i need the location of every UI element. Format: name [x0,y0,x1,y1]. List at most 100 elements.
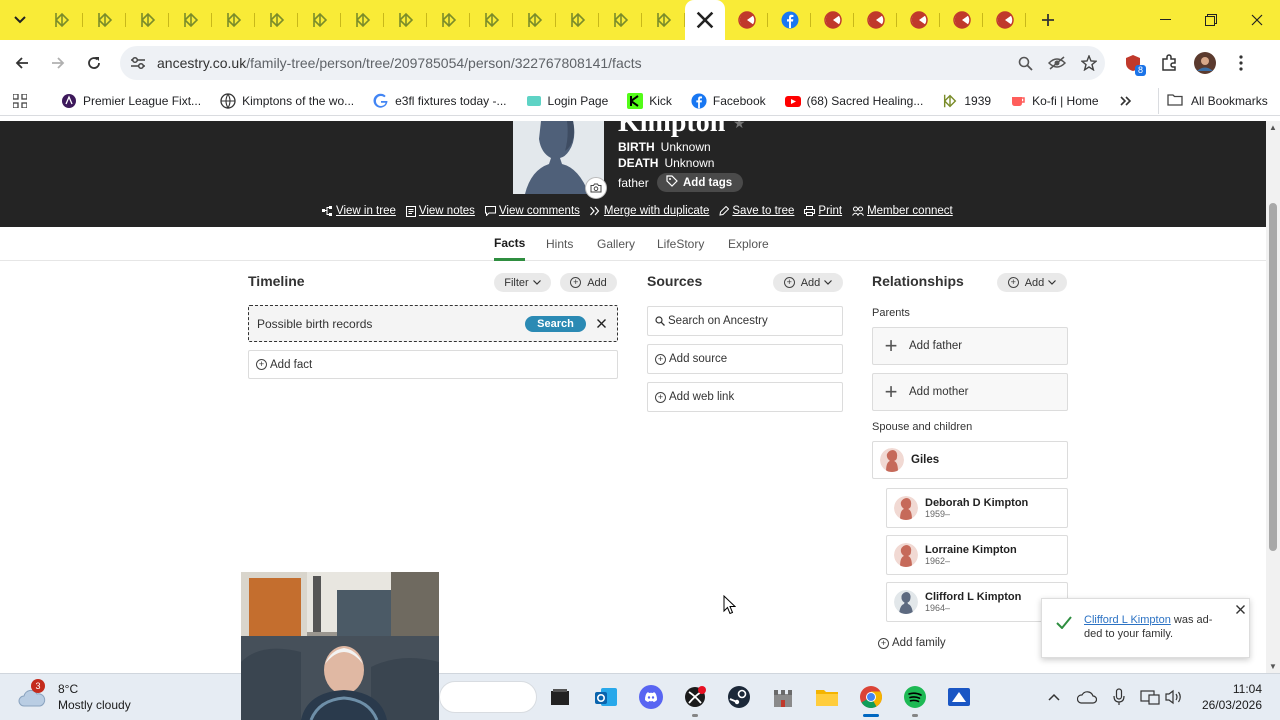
taskbar-app-xbox[interactable] [679,681,711,717]
extensions-button[interactable] [1151,46,1187,80]
bookmark-item[interactable]: Facebook [684,88,773,114]
extension-adblock[interactable]: 8 [1115,46,1151,80]
forward-button[interactable] [40,45,76,81]
taskbar-app-chrome[interactable] [855,681,887,717]
taskbar-app-unknown[interactable] [544,681,576,713]
volume-tray-icon[interactable] [1163,686,1185,708]
tab-active-close-button[interactable] [685,0,725,40]
browser-tab[interactable] [599,0,642,40]
toast-person-link[interactable]: Clifford L Kimpton [1084,614,1171,626]
add-source-button[interactable]: + Add source [647,344,843,374]
child-card[interactable]: Deborah D Kimpton 1959– [886,488,1068,528]
taskbar-app-file-explorer[interactable] [811,681,843,713]
browser-tab[interactable] [983,0,1026,40]
browser-tab[interactable] [255,0,298,40]
more-bookmarks-button[interactable] [1114,88,1138,114]
add-photo-button[interactable] [585,177,607,199]
tray-overflow-button[interactable] [1043,686,1065,708]
url-text[interactable]: ancestry.co.uk/family-tree/person/tree/2… [157,55,1009,71]
browser-tab[interactable] [854,0,897,40]
browser-tab[interactable] [642,0,685,40]
weather-widget[interactable]: 3 8°C Mostly cloudy [18,679,131,713]
spouse-card[interactable]: Giles [872,441,1068,479]
tab-gallery[interactable]: Gallery [597,227,635,261]
apps-button[interactable] [2,93,38,108]
relationships-add-button[interactable]: + Add [997,273,1067,292]
new-tab-button[interactable] [1030,0,1066,40]
site-info-button[interactable] [122,46,154,80]
zoom-button[interactable] [1009,46,1041,80]
sources-add-button[interactable]: + Add [773,273,843,292]
action-save-to-tree[interactable]: Save to tree [719,205,794,217]
browser-tab[interactable] [470,0,513,40]
tab-explore[interactable]: Explore [728,227,769,261]
scroll-up-arrow-icon[interactable]: ▲ [1269,123,1277,132]
browser-tab[interactable] [384,0,427,40]
bookmark-item[interactable]: 1939 [935,88,998,114]
browser-tab[interactable] [513,0,556,40]
tracking-protection-button[interactable] [1041,46,1073,80]
filter-button[interactable]: Filter [494,273,551,292]
reload-button[interactable] [76,45,112,81]
bookmark-item[interactable]: Ko-fi | Home [1003,88,1105,114]
bookmark-item[interactable]: Login Page [519,88,616,114]
add-web-link-button[interactable]: + Add web link [647,382,843,412]
browser-tab[interactable] [768,0,811,40]
add-father-button[interactable]: + Add father [872,327,1068,365]
tab-search-button[interactable] [0,0,40,40]
browser-tab[interactable] [940,0,983,40]
taskbar-app-steam[interactable] [723,681,755,713]
browser-tab[interactable] [427,0,470,40]
scroll-down-arrow-icon[interactable]: ▼ [1269,662,1277,671]
tab-facts[interactable]: Facts [494,227,526,261]
back-button[interactable] [4,45,40,81]
profile-button[interactable] [1187,46,1223,80]
action-view-in-tree[interactable]: View in tree [322,205,396,217]
bookmark-item[interactable]: Kick [620,88,679,114]
browser-tab[interactable] [83,0,126,40]
browser-tab[interactable] [212,0,255,40]
taskbar-app-castle[interactable] [767,681,799,713]
bookmark-item[interactable]: Kimptons of the wo... [213,88,361,114]
tab-hints[interactable]: Hints [546,227,573,261]
scroll-thumb[interactable] [1269,203,1277,551]
action-merge-with-duplicate[interactable]: Merge with duplicate [589,205,709,217]
dismiss-birth-card-button[interactable] [594,315,608,332]
bookmark-item[interactable]: (68) Sacred Healing... [778,88,931,114]
taskbar-app-discord[interactable] [635,681,667,713]
restore-button[interactable] [1188,0,1234,40]
browser-tab[interactable] [126,0,169,40]
child-card[interactable]: Lorraine Kimpton 1962– [886,535,1068,575]
browser-tab[interactable] [725,0,768,40]
browser-tab[interactable] [556,0,599,40]
action-view-notes[interactable]: View notes [405,205,475,217]
toast-close-button[interactable] [1232,601,1248,617]
address-bar[interactable]: ancestry.co.uk/family-tree/person/tree/2… [120,46,1105,80]
action-print[interactable]: Print [804,205,842,217]
bookmark-star-button[interactable] [1073,46,1105,80]
star-icon[interactable]: ★ [733,121,746,132]
taskbar-app-outlook[interactable] [590,681,622,713]
clock[interactable]: 11:04 26/03/2026 [1196,681,1262,713]
page-scrollbar[interactable]: ▲ ▼ [1266,121,1280,673]
action-member-connect[interactable]: Member connect [852,205,953,217]
timeline-add-button[interactable]: + Add [560,273,617,292]
close-window-button[interactable] [1234,0,1280,40]
browser-tab[interactable] [897,0,940,40]
birth-search-button[interactable]: Search [525,316,586,332]
bookmark-item[interactable]: Premier League Fixt... [54,88,208,114]
bookmark-item[interactable]: e3fl fixtures today -... [366,88,513,114]
add-family-button[interactable]: + Add family [878,637,946,649]
minimize-button[interactable] [1142,0,1188,40]
add-mother-button[interactable]: + Add mother [872,373,1068,411]
network-tray-icon[interactable] [1139,686,1161,708]
onedrive-tray-icon[interactable] [1076,686,1098,708]
taskbar-app-recorder[interactable] [943,681,975,713]
browser-tab[interactable] [169,0,212,40]
add-fact-button[interactable]: + Add fact [248,350,618,379]
action-view-comments[interactable]: View comments [484,205,580,217]
taskbar-app-spotify[interactable] [899,681,931,717]
tab-lifestory[interactable]: LifeStory [657,227,704,261]
browser-tab[interactable] [811,0,854,40]
browser-tab[interactable] [341,0,384,40]
